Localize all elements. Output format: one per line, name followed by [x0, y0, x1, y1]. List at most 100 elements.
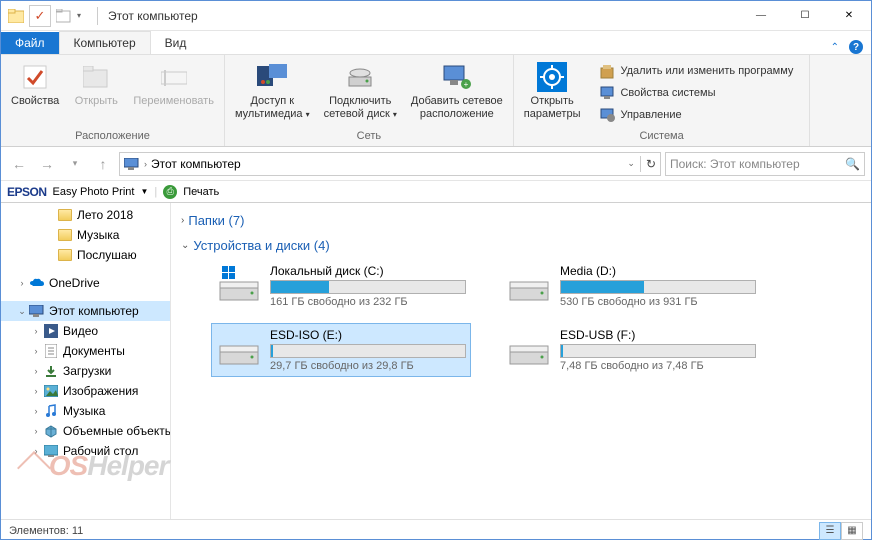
breadcrumb[interactable]: › Этот компьютер ⌄ ↻ — [119, 152, 661, 176]
tab-view[interactable]: Вид — [151, 32, 201, 54]
minimize-button[interactable]: — — [739, 1, 783, 31]
drive-free-text: 7,48 ГБ свободно из 7,48 ГБ — [560, 360, 756, 372]
video-icon — [43, 323, 59, 339]
address-bar: ← → ▾ ↑ › Этот компьютер ⌄ ↻ 🔍 — [1, 147, 871, 181]
open-icon — [80, 61, 112, 93]
map-drive-button[interactable]: Подключить сетевой диск ▾ — [320, 59, 401, 123]
drive-icon — [216, 328, 262, 368]
properties-button[interactable]: Свойства — [7, 59, 63, 110]
details-view-button[interactable]: ☰ — [819, 522, 841, 540]
drive-free-text: 161 ГБ свободно из 232 ГБ — [270, 296, 466, 308]
tree-item-label: Рабочий стол — [63, 444, 138, 458]
drive-item[interactable]: Локальный диск (C:) 161 ГБ свободно из 2… — [211, 259, 471, 313]
tree-item[interactable]: ›Объемные объекты — [1, 421, 170, 441]
drive-icon — [506, 264, 552, 304]
system-properties-button[interactable]: Свойства системы — [596, 83, 797, 103]
epson-logo: EPSON — [7, 185, 47, 199]
ribbon: Свойства Открыть Переименовать Расположе… — [1, 55, 871, 147]
ribbon-group-system: Открыть параметры Удалить или изменить п… — [514, 55, 811, 146]
add-network-location-button[interactable]: + Добавить сетевое расположение — [407, 59, 507, 123]
tree-twisty-icon[interactable]: › — [29, 326, 43, 336]
tree-item[interactable]: ›Музыка — [1, 401, 170, 421]
folders-category[interactable]: › Папки (7) — [181, 209, 861, 234]
drive-name: Локальный диск (C:) — [270, 264, 466, 278]
tree-twisty-icon[interactable]: › — [15, 278, 29, 288]
drives-category[interactable]: ⌄ Устройства и диски (4) — [181, 234, 861, 259]
recent-dropdown-icon[interactable]: ▾ — [63, 152, 87, 176]
help-icon[interactable]: ? — [849, 40, 863, 54]
open-settings-button[interactable]: Открыть параметры — [520, 59, 585, 123]
tree-item[interactable]: ›Загрузки — [1, 361, 170, 381]
refresh-icon[interactable]: ↻ — [646, 157, 656, 171]
drive-item[interactable]: Media (D:) 530 ГБ свободно из 931 ГБ — [501, 259, 761, 313]
print-button[interactable]: Печать — [183, 186, 219, 198]
tree-item-label: Музыка — [77, 228, 119, 242]
tab-computer[interactable]: Компьютер — [59, 31, 151, 54]
qat-dropdown-icon[interactable]: ▾ — [77, 11, 87, 20]
maximize-button[interactable]: ☐ — [783, 1, 827, 31]
tree-item[interactable]: Лето 2018 — [1, 205, 170, 225]
images-icon — [43, 383, 59, 399]
drive-free-text: 29,7 ГБ свободно из 29,8 ГБ — [270, 360, 466, 372]
navigation-pane[interactable]: Лето 2018 Музыка Послушаю › OneDrive ⌄ Этот ко… — [1, 203, 171, 519]
drive-name: ESD-ISO (E:) — [270, 328, 466, 342]
status-text: Элементов: 11 — [9, 525, 83, 537]
properties-icon — [19, 61, 51, 93]
drive-free-text: 530 ГБ свободно из 931 ГБ — [560, 296, 756, 308]
map-drive-icon — [344, 61, 376, 93]
tree-item-label: OneDrive — [49, 276, 100, 290]
tree-twisty-icon[interactable]: › — [29, 446, 43, 456]
chevron-down-icon: ⌄ — [181, 240, 189, 251]
breadcrumb-dropdown-icon[interactable]: ⌄ — [627, 158, 635, 169]
epson-dropdown-icon[interactable]: ▼ — [140, 187, 148, 196]
tree-item[interactable]: › Рабочий стол — [1, 441, 170, 461]
tree-twisty-icon[interactable]: › — [29, 426, 43, 436]
drive-item[interactable]: ESD-ISO (E:) 29,7 ГБ свободно из 29,8 ГБ — [211, 323, 471, 377]
tree-item[interactable]: › OneDrive — [1, 273, 170, 293]
titlebar: ✓ ▾ Этот компьютер — ☐ ✕ — [1, 1, 871, 31]
system-props-icon — [600, 85, 616, 101]
content-pane[interactable]: › Папки (7) ⌄ Устройства и диски (4) Лок… — [171, 203, 871, 519]
pc-icon — [124, 158, 140, 170]
close-button[interactable]: ✕ — [827, 1, 871, 31]
tree-item[interactable]: ›Изображения — [1, 381, 170, 401]
tree-item-label: Видео — [63, 324, 98, 338]
main-area: Лето 2018 Музыка Послушаю › OneDrive ⌄ Этот ко… — [1, 203, 871, 519]
epson-app-label: Easy Photo Print — [53, 186, 135, 198]
tab-file[interactable]: Файл — [1, 32, 59, 54]
tree-item[interactable]: › Видео — [1, 321, 170, 341]
tree-twisty-icon[interactable]: › — [29, 386, 43, 396]
properties-qat-icon[interactable]: ✓ — [29, 5, 51, 27]
folder-icon — [57, 207, 73, 223]
search-input[interactable] — [670, 157, 845, 171]
window-title: Этот компьютер — [104, 9, 739, 23]
tree-item[interactable]: Послушаю — [1, 245, 170, 265]
tree-twisty-icon[interactable]: › — [29, 366, 43, 376]
music-icon — [43, 403, 59, 419]
quick-access-toolbar: ✓ ▾ — [1, 5, 91, 27]
uninstall-button[interactable]: Удалить или изменить программу — [596, 61, 797, 81]
rename-button: Переименовать — [129, 59, 218, 110]
media-access-button[interactable]: Доступ к мультимедиа ▾ — [231, 59, 314, 123]
search-box[interactable]: 🔍 — [665, 152, 865, 176]
back-button[interactable]: ← — [7, 152, 31, 176]
collapse-ribbon-icon[interactable]: ⌃ — [831, 42, 839, 53]
view-toggle: ☰ ▦ — [819, 522, 863, 540]
search-icon[interactable]: 🔍 — [845, 157, 860, 171]
tree-twisty-icon[interactable]: › — [29, 346, 43, 356]
new-folder-qat-icon[interactable] — [53, 5, 75, 27]
tree-item[interactable]: Музыка — [1, 225, 170, 245]
open-button: Открыть — [69, 59, 123, 110]
tree-item[interactable]: ›Документы — [1, 341, 170, 361]
tree-twisty-icon[interactable]: ⌄ — [15, 306, 29, 317]
drive-icon — [506, 328, 552, 368]
media-icon — [256, 61, 288, 93]
tree-twisty-icon[interactable]: › — [29, 406, 43, 416]
up-button[interactable]: ↑ — [91, 152, 115, 176]
drive-item[interactable]: ESD-USB (F:) 7,48 ГБ свободно из 7,48 ГБ — [501, 323, 761, 377]
tree-item[interactable]: ⌄ Этот компьютер — [1, 301, 170, 321]
svg-text:+: + — [463, 80, 468, 89]
icons-view-button[interactable]: ▦ — [841, 522, 863, 540]
tree-item-label: Этот компьютер — [49, 304, 139, 318]
manage-button[interactable]: Управление — [596, 105, 797, 125]
